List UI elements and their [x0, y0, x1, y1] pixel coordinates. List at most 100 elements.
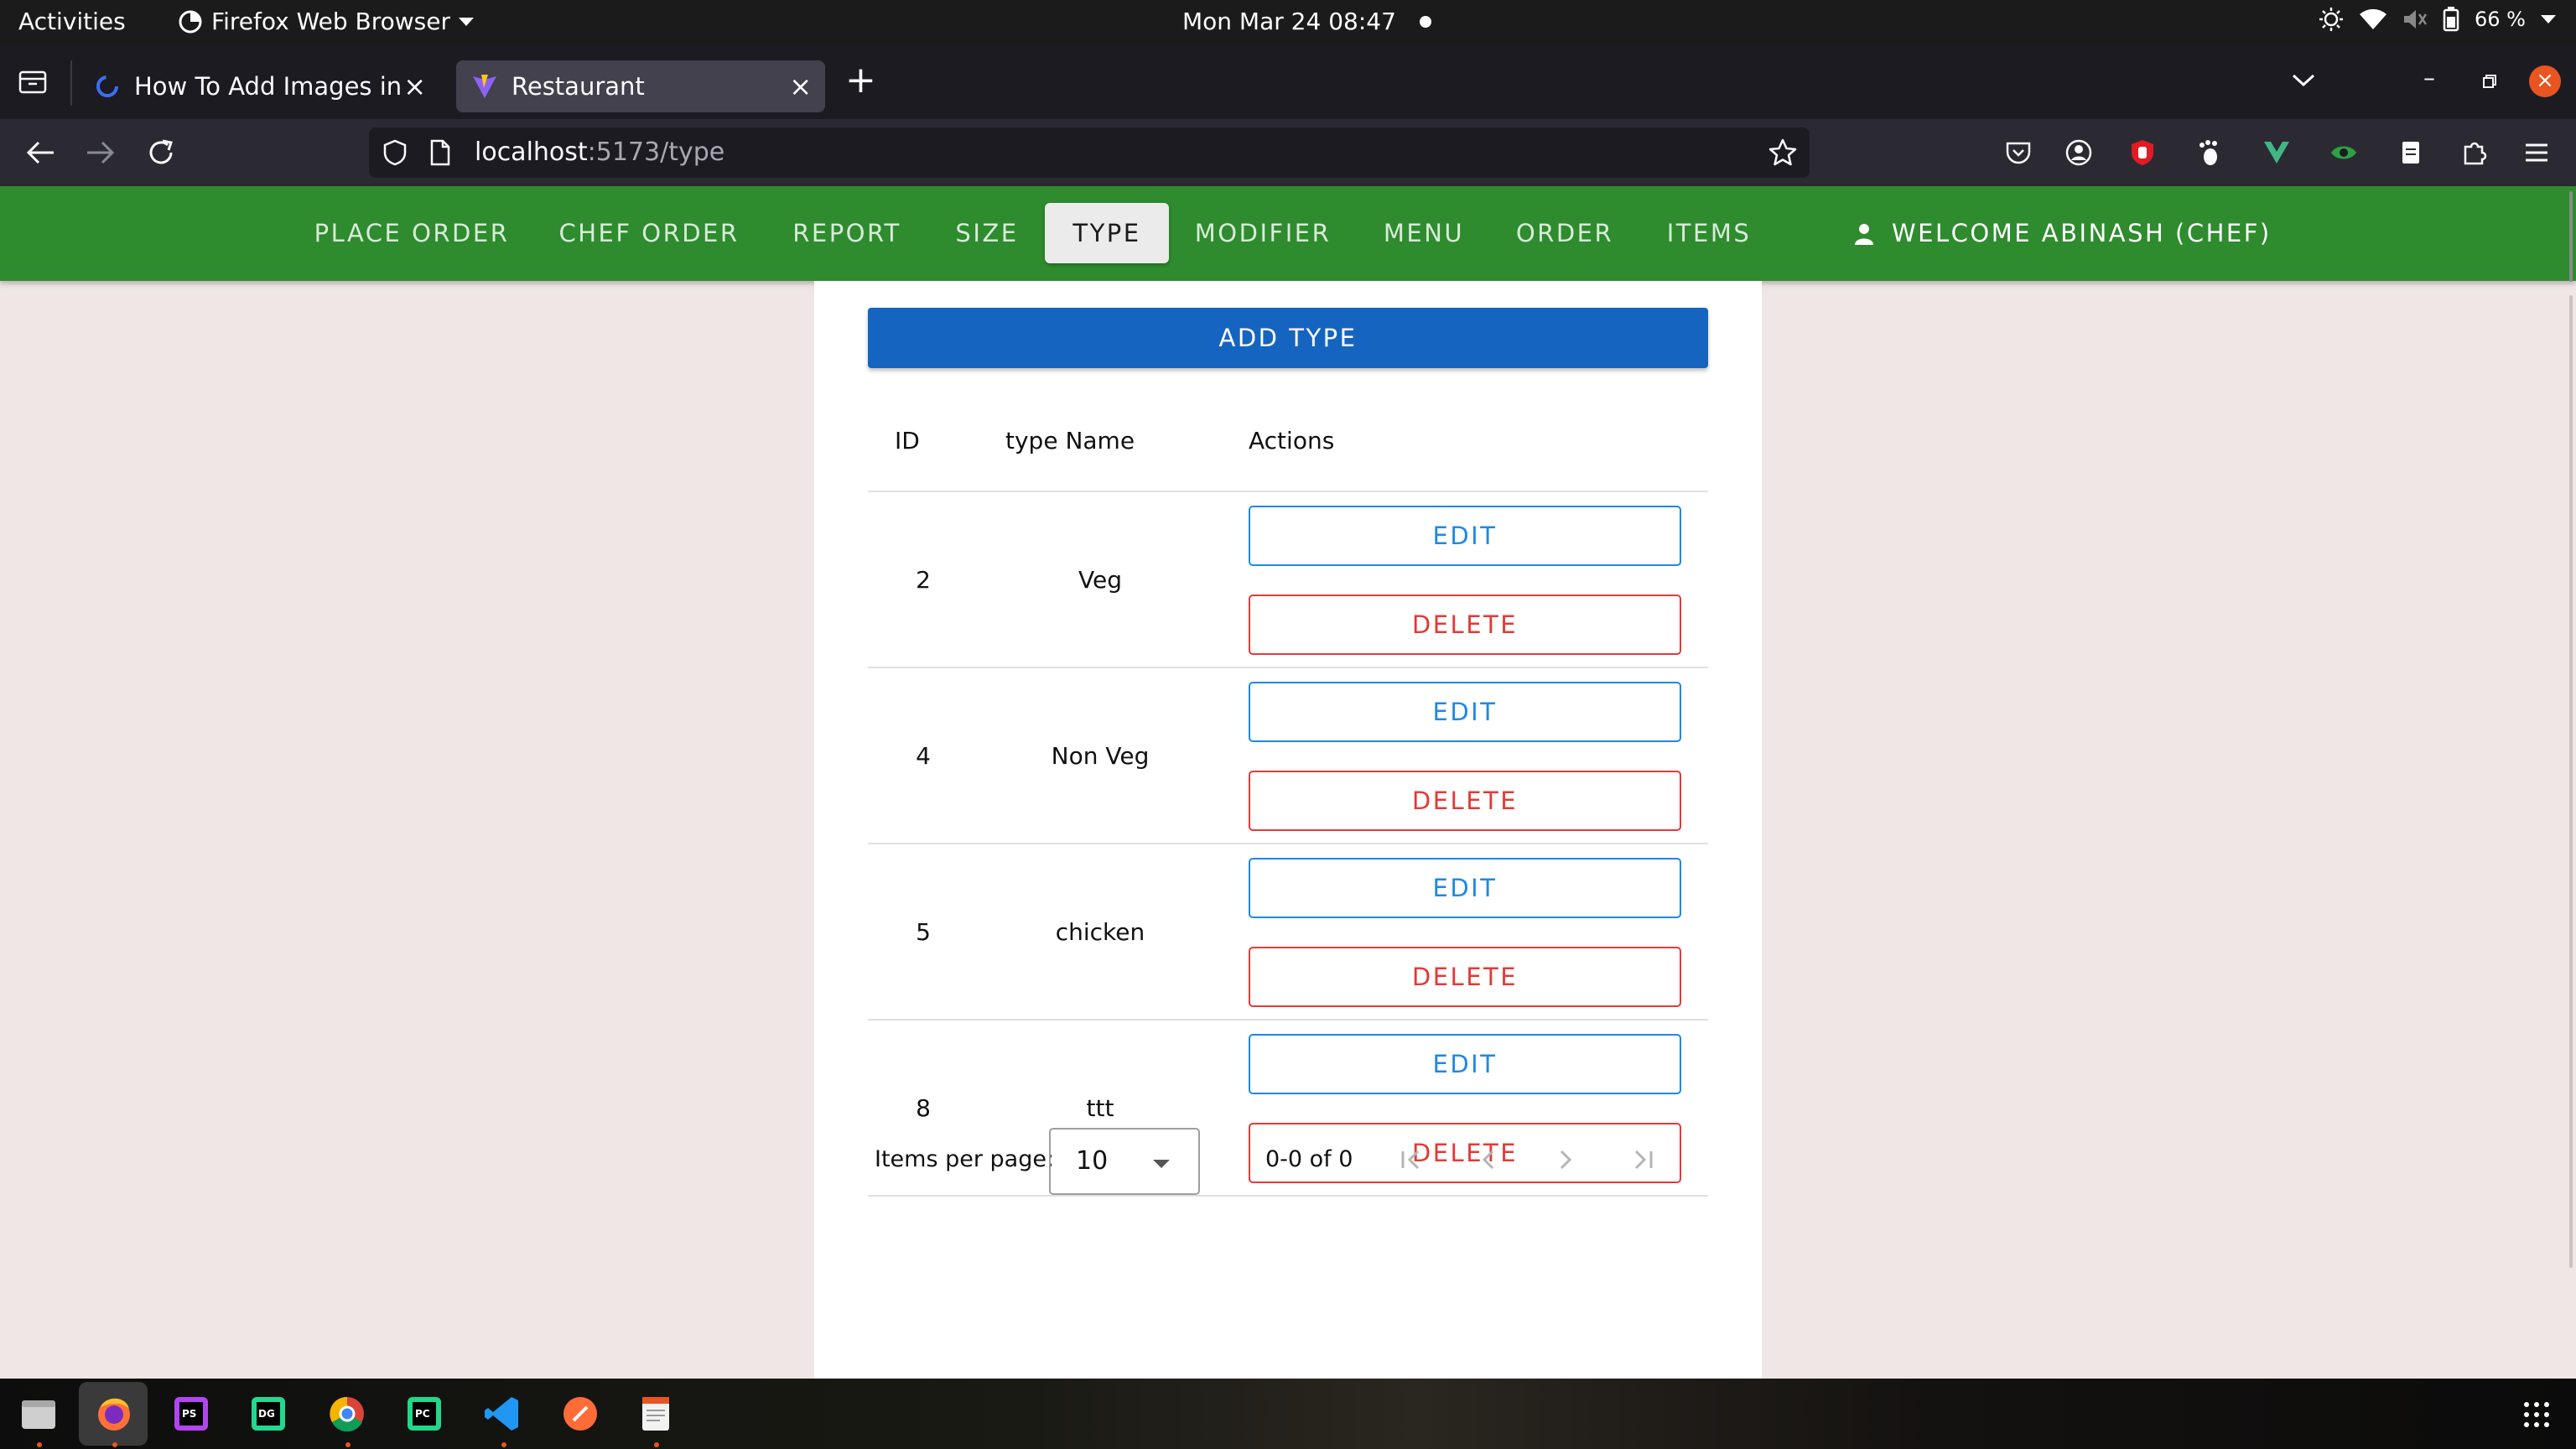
battery-percent: 66 %: [2475, 8, 2526, 31]
page-info-icon[interactable]: [429, 139, 451, 166]
nav-order[interactable]: ORDER: [1508, 203, 1622, 263]
files-icon[interactable]: [17, 1392, 60, 1436]
previous-page-icon[interactable]: [1472, 1143, 1505, 1176]
items-per-page-value: 10: [1076, 1146, 1109, 1176]
cell-id: 4: [916, 742, 931, 770]
welcome-label: WELCOME ABINASH (CHEF): [1892, 219, 2272, 247]
pagination: Items per page: 10 0-0 of 0: [868, 1119, 1708, 1195]
table-row: 4 Non Veg EDIT DELETE: [868, 668, 1708, 844]
forward-arrow-icon[interactable]: [86, 139, 116, 166]
add-type-button[interactable]: ADD TYPE: [868, 308, 1708, 368]
items-per-page-select[interactable]: 10: [1049, 1128, 1200, 1195]
delete-button[interactable]: DELETE: [1249, 771, 1681, 831]
user-menu[interactable]: WELCOME ABINASH (CHEF): [1853, 203, 2272, 263]
url-text: localhost:5173/type: [475, 138, 724, 167]
nav-menu[interactable]: MENU: [1370, 203, 1478, 263]
cell-type-name: ttt: [1086, 1094, 1114, 1122]
activities-button[interactable]: Activities: [18, 8, 126, 35]
shield-icon[interactable]: [382, 139, 408, 166]
firefox-view-icon[interactable]: [18, 69, 47, 96]
edit-button[interactable]: EDIT: [1249, 858, 1681, 918]
close-tab-icon[interactable]: ×: [789, 70, 812, 102]
account-icon[interactable]: [2064, 138, 2093, 167]
nav-report[interactable]: REPORT: [778, 203, 916, 263]
hamburger-menu-icon[interactable]: [2522, 138, 2551, 167]
phpstorm-icon[interactable]: PS: [169, 1392, 213, 1436]
person-icon: [1855, 224, 1873, 245]
dropdown-arrow-icon: [1153, 1160, 1170, 1168]
nav-size[interactable]: SIZE: [946, 203, 1028, 263]
restore-window-button[interactable]: [2482, 74, 2497, 89]
volume-muted-icon: [2404, 10, 2428, 29]
close-window-button[interactable]: ×: [2529, 65, 2561, 97]
postman-icon[interactable]: [558, 1392, 602, 1436]
back-arrow-icon[interactable]: [25, 139, 55, 166]
ublock-icon[interactable]: [2128, 138, 2157, 167]
page-scrollbar-track[interactable]: [2569, 295, 2573, 1268]
cell-id: 2: [916, 566, 931, 594]
url-host: localhost: [475, 138, 588, 167]
extensions-puzzle-icon[interactable]: [2460, 138, 2489, 167]
nav-chef-order[interactable]: CHEF ORDER: [550, 203, 748, 263]
firefox-icon[interactable]: [92, 1392, 136, 1436]
list-all-tabs-icon[interactable]: [2291, 72, 2316, 89]
running-indicator: [501, 1442, 506, 1447]
cell-type-name: chicken: [1055, 918, 1145, 946]
clipboard-icon[interactable]: [2397, 138, 2425, 167]
gnome-foot-icon[interactable]: [2195, 138, 2224, 167]
vite-icon: [473, 75, 496, 98]
close-tab-icon[interactable]: ×: [403, 70, 426, 102]
battery-icon: [2443, 7, 2459, 32]
minimize-window-button[interactable]: –: [2423, 64, 2435, 91]
edit-button[interactable]: EDIT: [1249, 1034, 1681, 1094]
clock[interactable]: Mon Mar 24 08:47: [1182, 8, 1431, 35]
vue-devtools-icon[interactable]: [2262, 138, 2291, 167]
table-row: 5 chicken EDIT DELETE: [868, 844, 1708, 1021]
url-bar[interactable]: localhost:5173/type: [369, 127, 1810, 178]
svg-text:PC: PC: [415, 1408, 430, 1420]
new-tab-button[interactable]: +: [845, 59, 876, 101]
wifi-icon: [2360, 8, 2387, 30]
tab-divider: [70, 60, 72, 106]
delete-button[interactable]: DELETE: [1249, 947, 1681, 1007]
show-apps-grid-icon[interactable]: [2522, 1400, 2551, 1429]
vscode-icon[interactable]: [481, 1392, 525, 1436]
chrome-icon[interactable]: [325, 1392, 369, 1436]
eye-extension-icon[interactable]: [2329, 138, 2358, 167]
last-page-icon[interactable]: [1626, 1143, 1659, 1176]
edit-button[interactable]: EDIT: [1249, 506, 1681, 566]
text-editor-icon[interactable]: [634, 1392, 678, 1436]
tab-restaurant[interactable]: Restaurant ×: [456, 60, 825, 112]
items-per-page-label: Items per page:: [875, 1146, 1055, 1172]
cell-id: 8: [916, 1094, 931, 1122]
notification-dot-icon: [1419, 15, 1431, 28]
table-row: 2 Veg EDIT DELETE: [868, 492, 1708, 668]
brightness-icon: [2319, 8, 2344, 31]
delete-button[interactable]: DELETE: [1249, 595, 1681, 655]
firefox-app-icon: [179, 10, 202, 33]
pycharm-icon[interactable]: PC: [402, 1392, 446, 1436]
bookmark-star-icon[interactable]: [1768, 138, 1798, 168]
url-path: :5173/type: [587, 138, 725, 167]
page-scrollbar-thumb[interactable]: [2569, 191, 2573, 282]
cell-id: 5: [916, 918, 931, 946]
running-indicator: [654, 1442, 659, 1447]
reload-icon[interactable]: [146, 138, 176, 168]
type-management-card: ADD TYPE ID type Name Actions 2 Veg EDIT…: [814, 281, 1762, 1379]
nav-type[interactable]: TYPE: [1045, 203, 1169, 263]
pocket-icon[interactable]: [2004, 138, 2033, 167]
system-top-bar: Activities Firefox Web Browser Mon Mar 2…: [0, 0, 2576, 45]
app-menu[interactable]: Firefox Web Browser: [178, 8, 474, 35]
nav-modifier[interactable]: MODIFIER: [1186, 203, 1340, 263]
tab-how-to-add-images[interactable]: How To Add Images in Ma ×: [79, 60, 439, 112]
system-status-area[interactable]: 66 %: [2319, 7, 2556, 32]
first-page-icon[interactable]: [1394, 1143, 1428, 1176]
dock: PS DG PC: [0, 1379, 2576, 1449]
next-page-icon[interactable]: [1549, 1143, 1582, 1176]
running-indicator: [37, 1442, 42, 1447]
clock-label: Mon Mar 24 08:47: [1182, 8, 1396, 35]
nav-items[interactable]: ITEMS: [1652, 203, 1766, 263]
datagrip-icon[interactable]: DG: [247, 1392, 290, 1436]
nav-place-order[interactable]: PLACE ORDER: [304, 203, 520, 263]
edit-button[interactable]: EDIT: [1249, 682, 1681, 742]
